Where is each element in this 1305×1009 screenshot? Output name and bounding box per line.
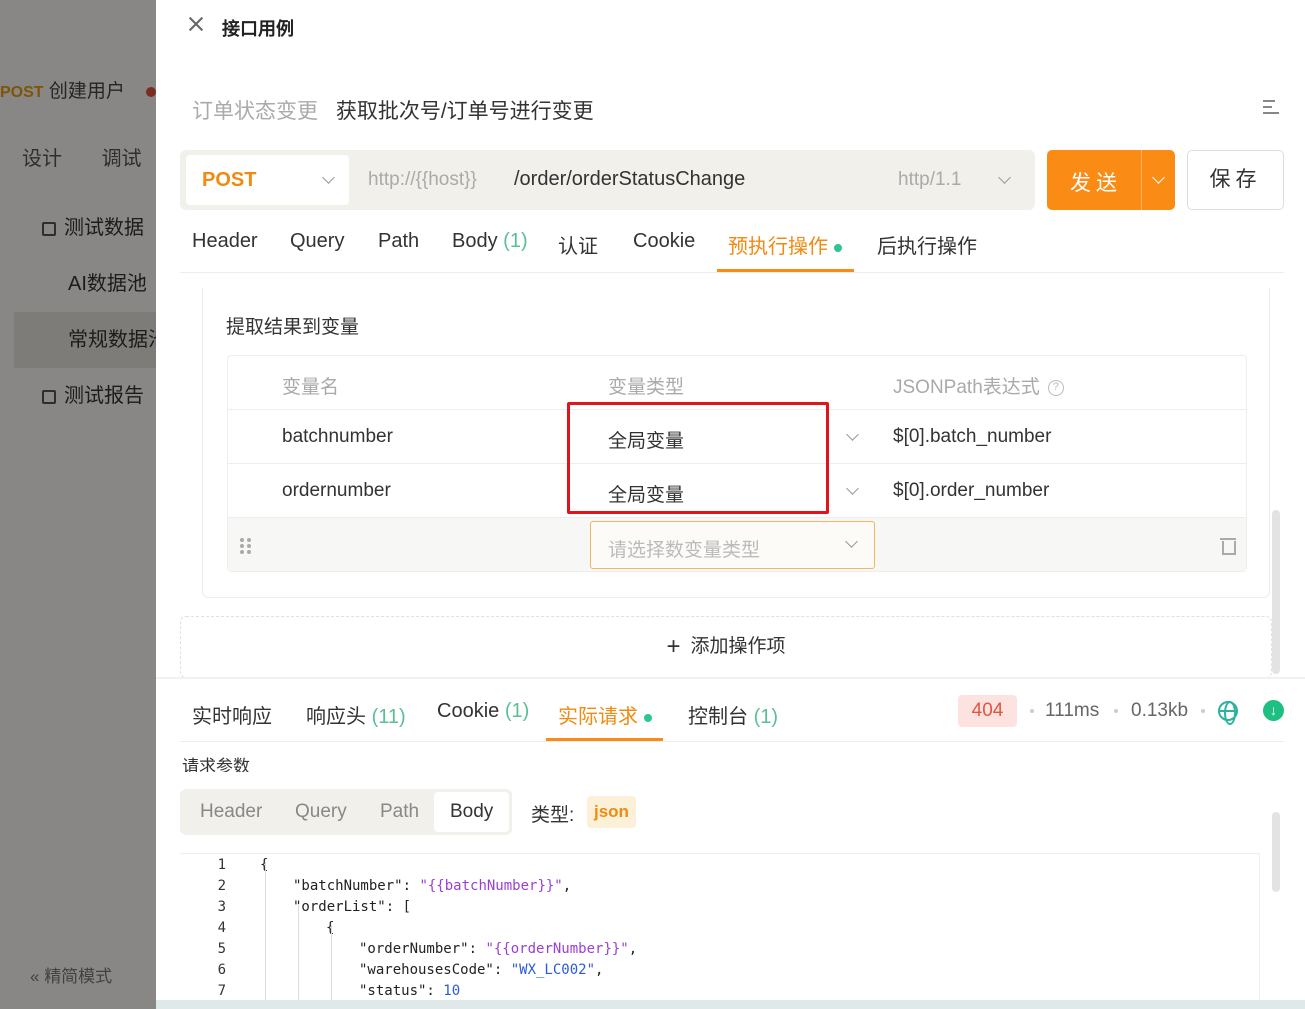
case-title-row: 订单状态变更 获取批次号/订单号进行变更 <box>192 95 594 125</box>
jsonpath-cell[interactable]: $[0].order_number <box>893 480 1049 502</box>
scrollbar[interactable] <box>1272 510 1280 674</box>
chevron-down-icon[interactable] <box>1152 171 1165 184</box>
tab-console[interactable]: 控制台 (1) <box>688 700 778 729</box>
chevron-down-icon <box>322 171 335 184</box>
tab-live-response[interactable]: 实时响应 <box>192 700 272 729</box>
method-select[interactable]: POST <box>186 155 349 205</box>
request-tabs: Header Query Path Body (1) 认证 Cookie 预执行… <box>180 218 1284 273</box>
code-line: "warehousesCode": "WX_LC002", <box>359 962 604 978</box>
line-number: 3 <box>217 899 226 915</box>
drawer-title: 接口用例 <box>222 19 294 39</box>
table-row: batchnumber 全局变量 $[0].batch_number <box>228 409 1246 463</box>
header-jsonpath: JSONPath表达式? <box>893 372 1064 399</box>
panel-resizer[interactable] <box>156 677 1305 679</box>
add-operation-button[interactable]: + 添加操作项 <box>180 616 1272 678</box>
response-tabs: 实时响应 响应头 (11) Cookie (1) 实际请求 控制台 (1) <box>180 688 1284 742</box>
header-var-type: 变量类型 <box>608 377 685 398</box>
chevron-down-icon <box>998 171 1011 184</box>
save-button[interactable]: 保存 <box>1187 150 1284 210</box>
active-tab-indicator <box>546 738 663 741</box>
code-line: "orderList": [ <box>293 899 412 915</box>
request-body-code[interactable]: 1{2"batchNumber": "{{batchNumber}}",3"or… <box>180 853 1260 1000</box>
var-type-select[interactable]: 请选择数变量类型 <box>590 521 875 569</box>
status-badge: 404 <box>958 695 1017 727</box>
code-line: "orderNumber": "{{orderNumber}}", <box>359 941 638 957</box>
active-dot-icon <box>644 713 652 722</box>
line-number: 7 <box>217 983 226 999</box>
drawer-header: 接口用例 <box>156 0 1305 52</box>
chevron-down-icon <box>845 535 858 548</box>
body-type-badge: json <box>587 796 636 828</box>
param-tab-header[interactable]: Header <box>200 789 262 835</box>
modal-mask[interactable] <box>0 0 156 1009</box>
line-number: 5 <box>217 941 226 957</box>
code-line: "status": 10 <box>359 983 461 999</box>
tab-response-cookie[interactable]: Cookie (1) <box>437 700 529 723</box>
param-tab-path[interactable]: Path <box>380 789 419 835</box>
chevron-down-icon <box>846 428 859 441</box>
response-time: 111ms <box>1045 700 1100 721</box>
tab-query[interactable]: Query <box>290 230 344 253</box>
tab-actual-request[interactable]: 实际请求 <box>558 700 652 729</box>
variables-table: 变量名 变量类型 JSONPath表达式? batchnumber 全局变量 $… <box>227 355 1247 572</box>
plus-icon: + <box>666 633 681 660</box>
delete-icon[interactable] <box>1220 536 1236 555</box>
var-name-cell[interactable]: ordernumber <box>282 480 391 502</box>
line-number: 1 <box>217 857 226 873</box>
line-number: 4 <box>217 920 226 936</box>
jsonpath-cell[interactable]: $[0].batch_number <box>893 426 1051 448</box>
new-table-row: 请选择数变量类型 <box>228 517 1246 571</box>
body-type-label: 类型: <box>531 805 575 826</box>
tab-path[interactable]: Path <box>378 230 419 253</box>
line-number: 6 <box>217 962 226 978</box>
active-dot-icon <box>834 243 842 252</box>
protocol-select[interactable]: http/1.1 <box>898 169 961 191</box>
host-prefix: http://{{host}} <box>368 169 477 190</box>
var-type-select[interactable]: 全局变量 <box>608 480 684 507</box>
send-button[interactable]: 发送 <box>1047 150 1175 210</box>
download-icon[interactable]: ↓ <box>1263 700 1284 721</box>
var-type-select[interactable]: 全局变量 <box>608 426 684 453</box>
edit-description-icon[interactable] <box>1263 100 1283 118</box>
url-bar: POST http://{{host}} /order/orderStatusC… <box>180 150 1035 210</box>
response-size: 0.13kb <box>1131 700 1189 721</box>
active-tab-indicator <box>717 269 854 272</box>
url-path-input[interactable]: /order/orderStatusChange <box>514 168 745 191</box>
method-value: POST <box>202 169 257 191</box>
case-group: 订单状态变更 <box>192 100 318 123</box>
request-param-tabs: Header Query Path Body <box>180 789 512 835</box>
chevron-down-icon <box>846 482 859 495</box>
scrollbar[interactable] <box>1272 812 1280 892</box>
table-row: ordernumber 全局变量 $[0].order_number <box>228 463 1246 517</box>
help-icon[interactable]: ? <box>1047 379 1064 396</box>
header-var-name: 变量名 <box>282 377 340 398</box>
close-icon[interactable] <box>186 14 206 34</box>
tab-response-headers[interactable]: 响应头 (11) <box>306 700 406 729</box>
case-name[interactable]: 获取批次号/订单号进行变更 <box>336 100 594 123</box>
tab-header[interactable]: Header <box>192 230 258 253</box>
tab-body[interactable]: Body (1) <box>452 230 528 253</box>
tab-auth[interactable]: 认证 <box>558 230 598 259</box>
extract-title: 提取结果到变量 <box>226 317 360 338</box>
param-tab-query[interactable]: Query <box>295 789 347 835</box>
line-number: 2 <box>217 878 226 894</box>
api-case-drawer: 接口用例 订单状态变更 获取批次号/订单号进行变更 POST http://{{… <box>156 0 1305 1000</box>
param-tab-body[interactable]: Body <box>434 792 510 832</box>
drag-handle-icon[interactable] <box>240 538 252 554</box>
tab-post-operations[interactable]: 后执行操作 <box>877 230 977 259</box>
code-line: "batchNumber": "{{batchNumber}}", <box>293 878 572 894</box>
tab-cookie[interactable]: Cookie <box>633 230 695 253</box>
globe-icon[interactable] <box>1218 701 1238 725</box>
request-params-title: 请求参数 <box>182 757 250 772</box>
tab-pre-operations[interactable]: 预执行操作 <box>728 230 842 259</box>
var-name-cell[interactable]: batchnumber <box>282 426 393 448</box>
